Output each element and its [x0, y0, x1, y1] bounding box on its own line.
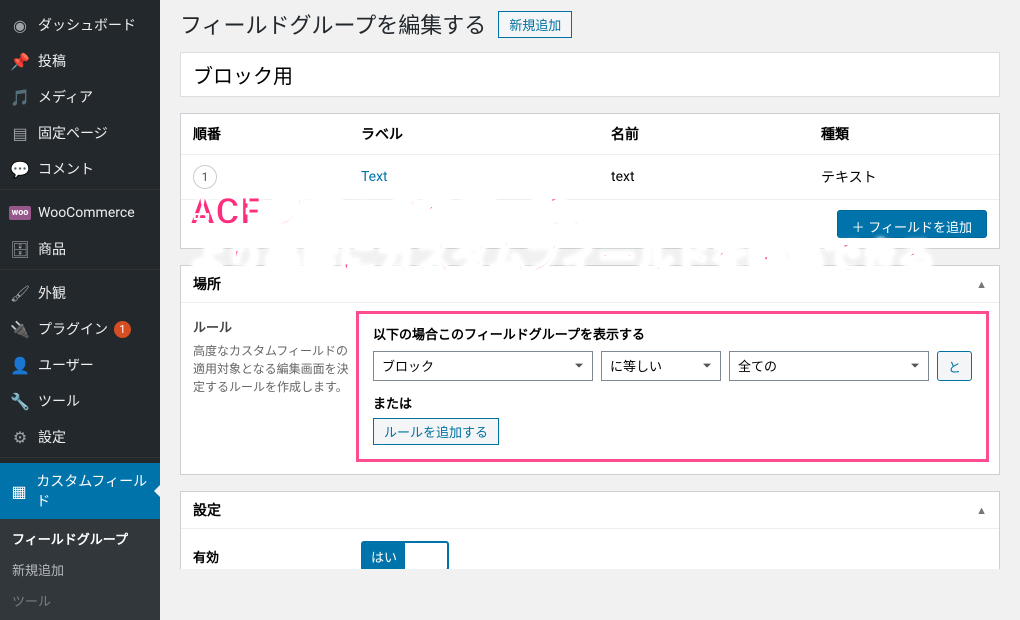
wrench-icon: 🔧 — [10, 391, 30, 411]
plug-icon: 🔌 — [10, 319, 30, 339]
page-icon: ▤ — [10, 123, 30, 143]
col-header-type: 種類 — [821, 124, 987, 144]
add-rule-group-button[interactable]: ルールを追加する — [373, 418, 499, 445]
sidebar-item-woocommerce[interactable]: woo WooCommerce — [0, 195, 160, 231]
sidebar-item-label: ダッシュボード — [38, 15, 136, 35]
settings-panel: 設定 ▲ 有効 はい — [180, 491, 1000, 569]
add-new-button[interactable]: 新規追加 — [498, 11, 572, 38]
fields-panel: 順番 ラベル 名前 種類 1 Text text テキスト ＋ フィールドを追加 — [180, 113, 1000, 249]
active-label: 有効 — [193, 547, 361, 566]
add-field-button[interactable]: ＋ フィールドを追加 — [837, 210, 987, 238]
sidebar-item-label: カスタムフィールド — [36, 471, 150, 511]
submenu-item-add-new[interactable]: 新規追加 — [0, 554, 160, 585]
sidebar-item-appearance[interactable]: 🖌 外観 — [0, 275, 160, 311]
location-panel-header[interactable]: 場所 ▲ — [181, 266, 999, 303]
field-group-title-input[interactable] — [180, 52, 1000, 97]
active-toggle[interactable]: はい — [361, 541, 449, 569]
sidebar-item-custom-fields[interactable]: ▦ カスタムフィールド — [0, 463, 160, 519]
submenu-item-field-groups[interactable]: フィールドグループ — [0, 523, 160, 554]
brush-icon: 🖌 — [10, 283, 30, 303]
media-icon: 🎵 — [10, 87, 30, 107]
rules-heading: 以下の場合このフィールドグループを表示する — [373, 324, 972, 343]
comment-icon: 💬 — [10, 159, 30, 179]
rules-description: 高度なカスタムフィールドの適用対象となる編集画面を決定するルールを作成します。 — [193, 342, 358, 396]
admin-sidebar: ◉ ダッシュボード 📌 投稿 🎵 メディア ▤ 固定ページ 💬 コメント woo… — [0, 0, 160, 569]
rule-param-select[interactable]: ブロック — [373, 351, 593, 381]
col-header-order: 順番 — [193, 124, 361, 144]
page-title: フィールドグループを編集する — [180, 8, 486, 40]
sidebar-submenu: フィールドグループ 新規追加 ツール — [0, 519, 160, 620]
sidebar-item-label: 商品 — [38, 239, 66, 259]
submenu-item-label: フィールドグループ — [12, 533, 128, 548]
field-name-text: text — [611, 169, 635, 185]
pin-icon: 📌 — [10, 51, 30, 71]
sidebar-item-label: 投稿 — [38, 51, 66, 71]
col-header-name: 名前 — [611, 124, 821, 144]
sidebar-item-media[interactable]: 🎵 メディア — [0, 79, 160, 115]
field-row[interactable]: 1 Text text テキスト — [181, 155, 999, 200]
toggle-on-label: はい — [363, 543, 405, 569]
sidebar-item-label: ユーザー — [38, 355, 94, 375]
sidebar-item-pages[interactable]: ▤ 固定ページ — [0, 115, 160, 151]
sidebar-item-users[interactable]: 👤 ユーザー — [0, 347, 160, 383]
sidebar-item-label: WooCommerce — [38, 205, 135, 221]
submenu-item-label: ツール — [12, 595, 51, 610]
sidebar-item-products[interactable]: 🗄 商品 — [0, 231, 160, 270]
update-badge: 1 — [114, 321, 131, 338]
sidebar-item-label: ツール — [38, 391, 80, 411]
archive-icon: 🗄 — [10, 239, 30, 259]
main-content: フィールドグループを編集する 新規追加 順番 ラベル 名前 種類 1 Text … — [160, 0, 1020, 569]
rule-row: ブロック に等しい 全ての と — [373, 351, 972, 381]
rules-label: ルール — [193, 317, 358, 336]
sidebar-item-dashboard[interactable]: ◉ ダッシュボード — [0, 7, 160, 43]
location-panel: 場所 ▲ ルール 高度なカスタムフィールドの適用対象となる編集画面を決定するルー… — [180, 265, 1000, 475]
sidebar-item-posts[interactable]: 📌 投稿 — [0, 43, 160, 79]
or-label: または — [373, 393, 972, 412]
sidebar-item-label: メディア — [38, 87, 93, 107]
sidebar-item-tools[interactable]: 🔧 ツール — [0, 383, 160, 419]
sidebar-item-label: プラグイン — [38, 319, 108, 339]
layout-icon: ▦ — [10, 481, 28, 501]
sidebar-item-settings[interactable]: ⚙ 設定 — [0, 419, 160, 458]
sidebar-item-label: 設定 — [38, 427, 66, 447]
add-and-button[interactable]: と — [937, 351, 972, 381]
page-header: フィールドグループを編集する 新規追加 — [180, 8, 1000, 40]
col-header-label: ラベル — [361, 124, 611, 144]
sidebar-item-plugins[interactable]: 🔌 プラグイン 1 — [0, 311, 160, 347]
sidebar-item-label: 外観 — [38, 283, 66, 303]
panel-title: 場所 — [193, 274, 221, 294]
collapse-icon[interactable]: ▲ — [976, 504, 987, 517]
submenu-item-tools[interactable]: ツール — [0, 585, 160, 616]
woo-icon: woo — [10, 203, 30, 223]
user-icon: 👤 — [10, 355, 30, 375]
gear-icon: ⚙ — [10, 427, 30, 447]
submenu-item-label: 新規追加 — [12, 564, 64, 579]
collapse-icon[interactable]: ▲ — [976, 278, 987, 291]
rule-operator-select[interactable]: に等しい — [601, 351, 721, 381]
sidebar-item-label: 固定ページ — [38, 123, 108, 143]
gauge-icon: ◉ — [10, 15, 30, 35]
field-label-link[interactable]: Text — [361, 169, 388, 185]
rules-highlight-box: 以下の場合このフィールドグループを表示する ブロック に等しい 全ての と また… — [356, 311, 989, 462]
location-rules-sidebox: ルール 高度なカスタムフィールドの適用対象となる編集画面を決定するルールを作成し… — [193, 317, 358, 456]
rule-value-select[interactable]: 全ての — [729, 351, 929, 381]
panel-title: 設定 — [193, 500, 221, 520]
sidebar-item-comments[interactable]: 💬 コメント — [0, 151, 160, 190]
sidebar-item-label: コメント — [38, 159, 94, 179]
field-type-text: テキスト — [821, 170, 877, 186]
settings-panel-header[interactable]: 設定 ▲ — [181, 492, 999, 529]
fields-header-row: 順番 ラベル 名前 種類 — [181, 114, 999, 155]
field-order-badge: 1 — [193, 165, 217, 189]
